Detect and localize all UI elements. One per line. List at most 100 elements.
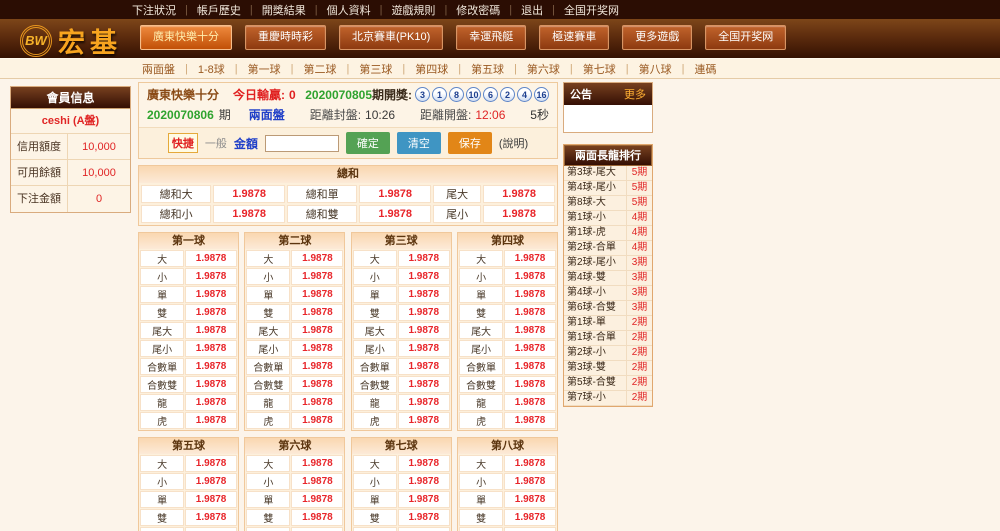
topbar-link[interactable]: 遊戲規則 (389, 2, 437, 18)
bet-option-odds[interactable]: 1.9878 (504, 286, 556, 303)
bet-option-label[interactable]: 尾大 (140, 527, 184, 531)
bet-option-label[interactable]: 雙 (353, 304, 397, 321)
bet-option-label[interactable]: 虎 (459, 412, 503, 429)
bet-option-label[interactable]: 大 (246, 455, 290, 472)
bet-option-label[interactable]: 合數單 (140, 358, 184, 375)
bet-option-odds[interactable]: 1.9878 (504, 322, 556, 339)
topbar-link[interactable]: 下注狀況 (130, 2, 178, 18)
bet-option-odds[interactable]: 1.9878 (185, 304, 237, 321)
bet-option-label[interactable]: 合數雙 (140, 376, 184, 393)
bet-option-label[interactable]: 小 (246, 473, 290, 490)
bet-option-label[interactable]: 龍 (459, 394, 503, 411)
bet-option-odds[interactable]: 1.9878 (504, 340, 556, 357)
bet-option-label[interactable]: 單 (140, 286, 184, 303)
save-button[interactable]: 保存 (448, 132, 492, 154)
bet-option-odds[interactable]: 1.9878 (185, 376, 237, 393)
bet-option-odds[interactable]: 1.9878 (398, 491, 450, 508)
bet-option-odds[interactable]: 1.9878 (504, 473, 556, 490)
bet-option-odds[interactable]: 1.9878 (504, 250, 556, 267)
bet-option-odds[interactable]: 1.9878 (359, 185, 431, 203)
bet-option-odds[interactable]: 1.9878 (504, 455, 556, 472)
bet-option-odds[interactable]: 1.9878 (291, 412, 343, 429)
bet-option-label[interactable]: 雙 (140, 304, 184, 321)
bet-option-label[interactable]: 單 (140, 491, 184, 508)
bet-option-label[interactable]: 尾大 (246, 527, 290, 531)
bet-option-label[interactable]: 合數雙 (459, 376, 503, 393)
bet-option-label[interactable]: 雙 (140, 509, 184, 526)
bet-option-label[interactable]: 總和大 (141, 185, 211, 203)
bet-option-odds[interactable]: 1.9878 (291, 286, 343, 303)
bet-option-label[interactable]: 總和小 (141, 205, 211, 223)
bet-option-label[interactable]: 單 (353, 286, 397, 303)
bet-option-odds[interactable]: 1.9878 (291, 394, 343, 411)
bet-option-odds[interactable]: 1.9878 (185, 394, 237, 411)
bet-option-label[interactable]: 小 (353, 473, 397, 490)
bet-option-odds[interactable]: 1.9878 (398, 340, 450, 357)
bet-option-odds[interactable]: 1.9878 (291, 376, 343, 393)
bet-option-label[interactable]: 小 (140, 473, 184, 490)
subnav-link[interactable]: 第四球 (413, 61, 450, 77)
bet-option-odds[interactable]: 1.9878 (185, 322, 237, 339)
normal-mode-button[interactable]: 一般 (205, 135, 227, 151)
bet-option-odds[interactable]: 1.9878 (185, 527, 237, 531)
bet-option-odds[interactable]: 1.9878 (398, 473, 450, 490)
game-tab[interactable]: 重慶時時彩 (245, 25, 326, 50)
bet-option-odds[interactable]: 1.9878 (504, 527, 556, 531)
bet-option-label[interactable]: 尾大 (140, 322, 184, 339)
bet-option-label[interactable]: 大 (140, 455, 184, 472)
announcement-more-link[interactable]: 更多 (624, 86, 646, 102)
bet-option-label[interactable]: 單 (353, 491, 397, 508)
bet-option-label[interactable]: 單 (459, 491, 503, 508)
bet-option-label[interactable]: 虎 (140, 412, 184, 429)
bet-option-label[interactable]: 單 (459, 286, 503, 303)
bet-option-odds[interactable]: 1.9878 (185, 412, 237, 429)
clear-button[interactable]: 清空 (397, 132, 441, 154)
bet-option-odds[interactable]: 1.9878 (398, 412, 450, 429)
bet-option-odds[interactable]: 1.9878 (398, 376, 450, 393)
bet-option-odds[interactable]: 1.9878 (291, 473, 343, 490)
bet-option-odds[interactable]: 1.9878 (291, 358, 343, 375)
bet-option-odds[interactable]: 1.9878 (398, 509, 450, 526)
bet-option-label[interactable]: 合數雙 (246, 376, 290, 393)
game-tab[interactable]: 北京賽車(PK10) (339, 25, 443, 50)
bet-option-odds[interactable]: 1.9878 (291, 250, 343, 267)
bet-option-odds[interactable]: 1.9878 (483, 185, 555, 203)
bet-option-label[interactable]: 大 (353, 455, 397, 472)
bet-option-label[interactable]: 合數單 (459, 358, 503, 375)
subnav-link[interactable]: 1-8球 (196, 61, 227, 77)
bet-option-label[interactable]: 尾大 (353, 527, 397, 531)
bet-option-odds[interactable]: 1.9878 (359, 205, 431, 223)
confirm-button[interactable]: 確定 (346, 132, 390, 154)
bet-option-label[interactable]: 尾大 (353, 322, 397, 339)
game-tab[interactable]: 更多遊戲 (622, 25, 692, 50)
bet-option-label[interactable]: 雙 (459, 509, 503, 526)
bet-option-odds[interactable]: 1.9878 (185, 286, 237, 303)
bet-option-label[interactable]: 小 (459, 473, 503, 490)
bet-option-odds[interactable]: 1.9878 (185, 509, 237, 526)
bet-option-odds[interactable]: 1.9878 (398, 268, 450, 285)
bet-option-odds[interactable]: 1.9878 (185, 268, 237, 285)
bet-option-odds[interactable]: 1.9878 (291, 491, 343, 508)
bet-option-odds[interactable]: 1.9878 (291, 322, 343, 339)
bet-option-odds[interactable]: 1.9878 (398, 304, 450, 321)
bet-option-odds[interactable]: 1.9878 (504, 358, 556, 375)
bet-option-odds[interactable]: 1.9878 (291, 340, 343, 357)
bet-option-odds[interactable]: 1.9878 (291, 509, 343, 526)
bet-option-label[interactable]: 總和雙 (287, 205, 357, 223)
bet-option-odds[interactable]: 1.9878 (504, 412, 556, 429)
bet-option-odds[interactable]: 1.9878 (291, 455, 343, 472)
subnav-link[interactable]: 第三球 (357, 61, 394, 77)
topbar-link[interactable]: 開獎結果 (260, 2, 308, 18)
bet-option-odds[interactable]: 1.9878 (504, 509, 556, 526)
bet-option-odds[interactable]: 1.9878 (398, 286, 450, 303)
topbar-link[interactable]: 退出 (519, 2, 545, 18)
bet-option-label[interactable]: 尾大 (459, 527, 503, 531)
bet-option-label[interactable]: 龍 (140, 394, 184, 411)
bet-option-odds[interactable]: 1.9878 (398, 322, 450, 339)
game-tab[interactable]: 全国开奖网 (705, 25, 786, 50)
game-tab[interactable]: 極速賽車 (539, 25, 609, 50)
subnav-link[interactable]: 兩面盤 (140, 61, 177, 77)
bet-option-label[interactable]: 龍 (353, 394, 397, 411)
subnav-link[interactable]: 第二球 (301, 61, 338, 77)
bet-option-label[interactable]: 小 (140, 268, 184, 285)
